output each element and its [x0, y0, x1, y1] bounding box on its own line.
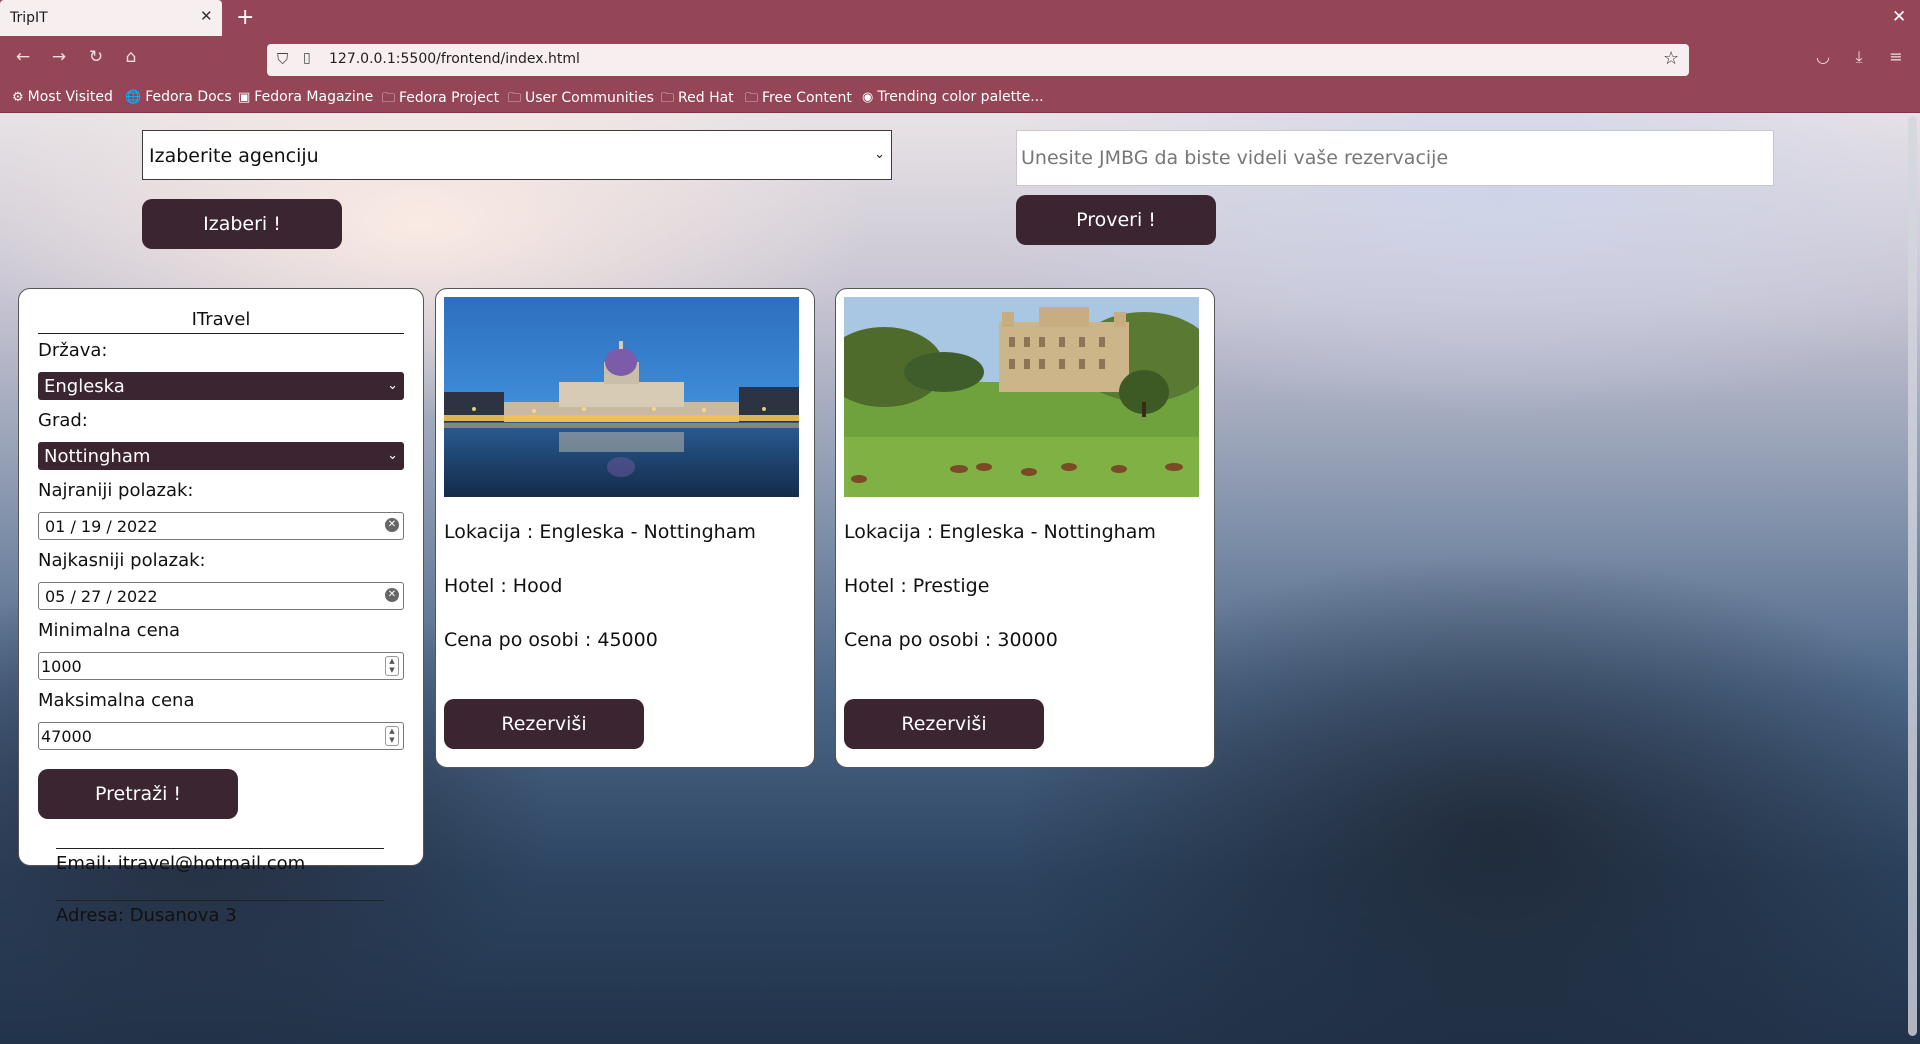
country-select[interactable]: Engleska ⌄: [38, 372, 404, 400]
agency-title: ITravel: [38, 309, 404, 334]
bookmark-label: Trending color palette...: [877, 89, 1044, 105]
bookmark-fedora-project[interactable]: 🗀 Fedora Project: [382, 89, 499, 111]
earliest-departure-label: Najraniji polazak:: [38, 480, 194, 501]
page-scrollbar[interactable]: [1908, 116, 1917, 1036]
agency-email: Email: itravel@hotmail.com: [56, 853, 306, 874]
bookmark-most-visited[interactable]: ⚙ Most Visited: [12, 89, 113, 105]
window-close-icon[interactable]: ✕: [1892, 7, 1906, 27]
earliest-departure-value: 01 / 19 / 2022: [45, 517, 158, 536]
bookmark-star-icon[interactable]: ☆: [1663, 48, 1679, 69]
bookmark-trending-palette[interactable]: ◉ Trending color palette...: [862, 89, 1044, 105]
divider: [56, 900, 384, 901]
bookmark-label: User Communities: [525, 90, 654, 106]
reload-icon[interactable]: ↻: [85, 47, 107, 67]
globe-icon: 🌐: [125, 90, 142, 105]
check-reservations-button[interactable]: Proveri !: [1016, 195, 1216, 245]
min-price-value: 1000: [41, 657, 82, 676]
folder-icon: 🗀: [745, 91, 759, 106]
min-price-label: Minimalna cena: [38, 620, 181, 641]
folder-icon: 🗀: [508, 91, 522, 106]
min-price-input[interactable]: 1000 ▲ ▼: [38, 652, 404, 680]
bookmark-label: Fedora Magazine: [254, 89, 374, 105]
palette-site-icon: ◉: [862, 90, 874, 105]
choose-agency-button[interactable]: Izaberi !: [142, 199, 342, 249]
chevron-down-icon: ⌄: [874, 147, 885, 162]
jmbg-placeholder: Unesite JMBG da biste videli vaše rezerv…: [1021, 147, 1449, 169]
clear-date-icon[interactable]: ✕: [385, 518, 399, 532]
offer-card: Lokacija : Engleska - Nottingham Hotel :…: [435, 288, 815, 768]
offer-price: Cena po osobi : 30000: [844, 629, 1058, 651]
country-select-value: Engleska: [44, 376, 125, 397]
city-select[interactable]: Nottingham ⌄: [38, 442, 404, 470]
offer-location: Lokacija : Engleska - Nottingham: [444, 521, 756, 543]
download-icon[interactable]: ⤓: [1849, 47, 1869, 67]
offer-card: Lokacija : Engleska - Nottingham Hotel :…: [835, 288, 1215, 768]
menu-icon[interactable]: ≡: [1886, 47, 1906, 66]
bookmark-free-content[interactable]: 🗀 Free Content: [745, 89, 852, 111]
agency-address: Adresa: Dusanova 3: [56, 905, 237, 926]
agency-select-value: Izaberite agenciju: [149, 145, 319, 167]
reserve-button[interactable]: Rezerviši: [444, 699, 644, 749]
latest-departure-value: 05 / 27 / 2022: [45, 587, 158, 606]
offer-price: Cena po osobi : 45000: [444, 629, 658, 651]
max-price-label: Maksimalna cena: [38, 690, 195, 711]
filter-panel: ITravel Država: Engleska ⌄ Grad: Notting…: [18, 288, 424, 926]
offer-hotel: Hotel : Prestige: [844, 575, 990, 597]
country-label: Država:: [38, 340, 108, 361]
city-select-value: Nottingham: [44, 446, 151, 467]
bookmark-label: Fedora Project: [399, 90, 500, 106]
search-button[interactable]: Pretraži !: [38, 769, 238, 819]
max-price-input[interactable]: 47000 ▲ ▼: [38, 722, 404, 750]
bookmark-label: Fedora Docs: [145, 89, 232, 105]
offer-photo-nottingham-council-house: [444, 297, 799, 497]
page-content: Izaberite agenciju ⌄ Izaberi ! Unesite J…: [0, 113, 1920, 1044]
offer-location: Lokacija : Engleska - Nottingham: [844, 521, 1156, 543]
jmbg-input[interactable]: Unesite JMBG da biste videli vaše rezerv…: [1016, 130, 1774, 186]
fedora-magazine-icon: ▣: [238, 90, 251, 105]
forward-icon[interactable]: →: [48, 47, 70, 67]
bookmark-label: Most Visited: [27, 89, 113, 105]
pocket-icon[interactable]: ◡: [1813, 47, 1833, 66]
back-icon[interactable]: ←: [12, 47, 34, 67]
clear-date-icon[interactable]: ✕: [385, 588, 399, 602]
bookmark-label: Free Content: [762, 90, 852, 106]
number-spinner-icon[interactable]: ▲ ▼: [385, 656, 399, 676]
tab-tripit[interactable]: TripIT ✕: [0, 0, 222, 36]
navigation-bar: ← → ↻ ⌂ ⛉ ▯ 127.0.0.1:5500/frontend/inde…: [0, 37, 1920, 82]
divider: [56, 848, 384, 849]
folder-icon: 🗀: [661, 91, 675, 106]
url-text[interactable]: 127.0.0.1:5500/frontend/index.html: [329, 51, 580, 67]
bookmark-fedora-magazine[interactable]: ▣ Fedora Magazine: [238, 89, 373, 105]
bookmark-fedora-docs[interactable]: 🌐 Fedora Docs: [125, 89, 232, 105]
page-info-icon[interactable]: ▯: [303, 50, 311, 66]
tab-title: TripIT: [10, 10, 48, 26]
bookmark-red-hat[interactable]: 🗀 Red Hat: [661, 89, 734, 111]
url-bar[interactable]: ⛉ ▯ 127.0.0.1:5500/frontend/index.html ☆: [267, 44, 1689, 76]
gear-icon: ⚙: [12, 90, 24, 105]
shield-icon[interactable]: ⛉: [277, 50, 288, 68]
offer-hotel: Hotel : Hood: [444, 575, 563, 597]
earliest-departure-input[interactable]: 01 / 19 / 2022 ✕: [38, 512, 404, 540]
tab-close-icon[interactable]: ✕: [200, 7, 213, 25]
chevron-down-icon: ⌄: [387, 378, 398, 393]
bookmark-user-communities[interactable]: 🗀 User Communities: [508, 89, 654, 111]
latest-departure-input[interactable]: 05 / 27 / 2022 ✕: [38, 582, 404, 610]
max-price-value: 47000: [41, 727, 92, 746]
bookmark-label: Red Hat: [678, 90, 734, 106]
new-tab-icon[interactable]: +: [236, 5, 254, 30]
latest-departure-label: Najkasniji polazak:: [38, 550, 206, 571]
agency-select[interactable]: Izaberite agenciju ⌄: [142, 130, 892, 180]
city-label: Grad:: [38, 410, 88, 431]
folder-icon: 🗀: [382, 91, 396, 106]
offer-photo-wollaton-hall: [844, 297, 1199, 497]
reserve-button[interactable]: Rezerviši: [844, 699, 1044, 749]
bookmarks-toolbar: ⚙ Most Visited 🌐 Fedora Docs ▣ Fedora Magaz…: [0, 82, 1920, 113]
tab-bar: TripIT ✕ + ✕: [0, 0, 1920, 37]
home-icon[interactable]: ⌂: [120, 47, 142, 67]
number-spinner-icon[interactable]: ▲ ▼: [385, 726, 399, 746]
chevron-down-icon: ⌄: [387, 448, 398, 463]
